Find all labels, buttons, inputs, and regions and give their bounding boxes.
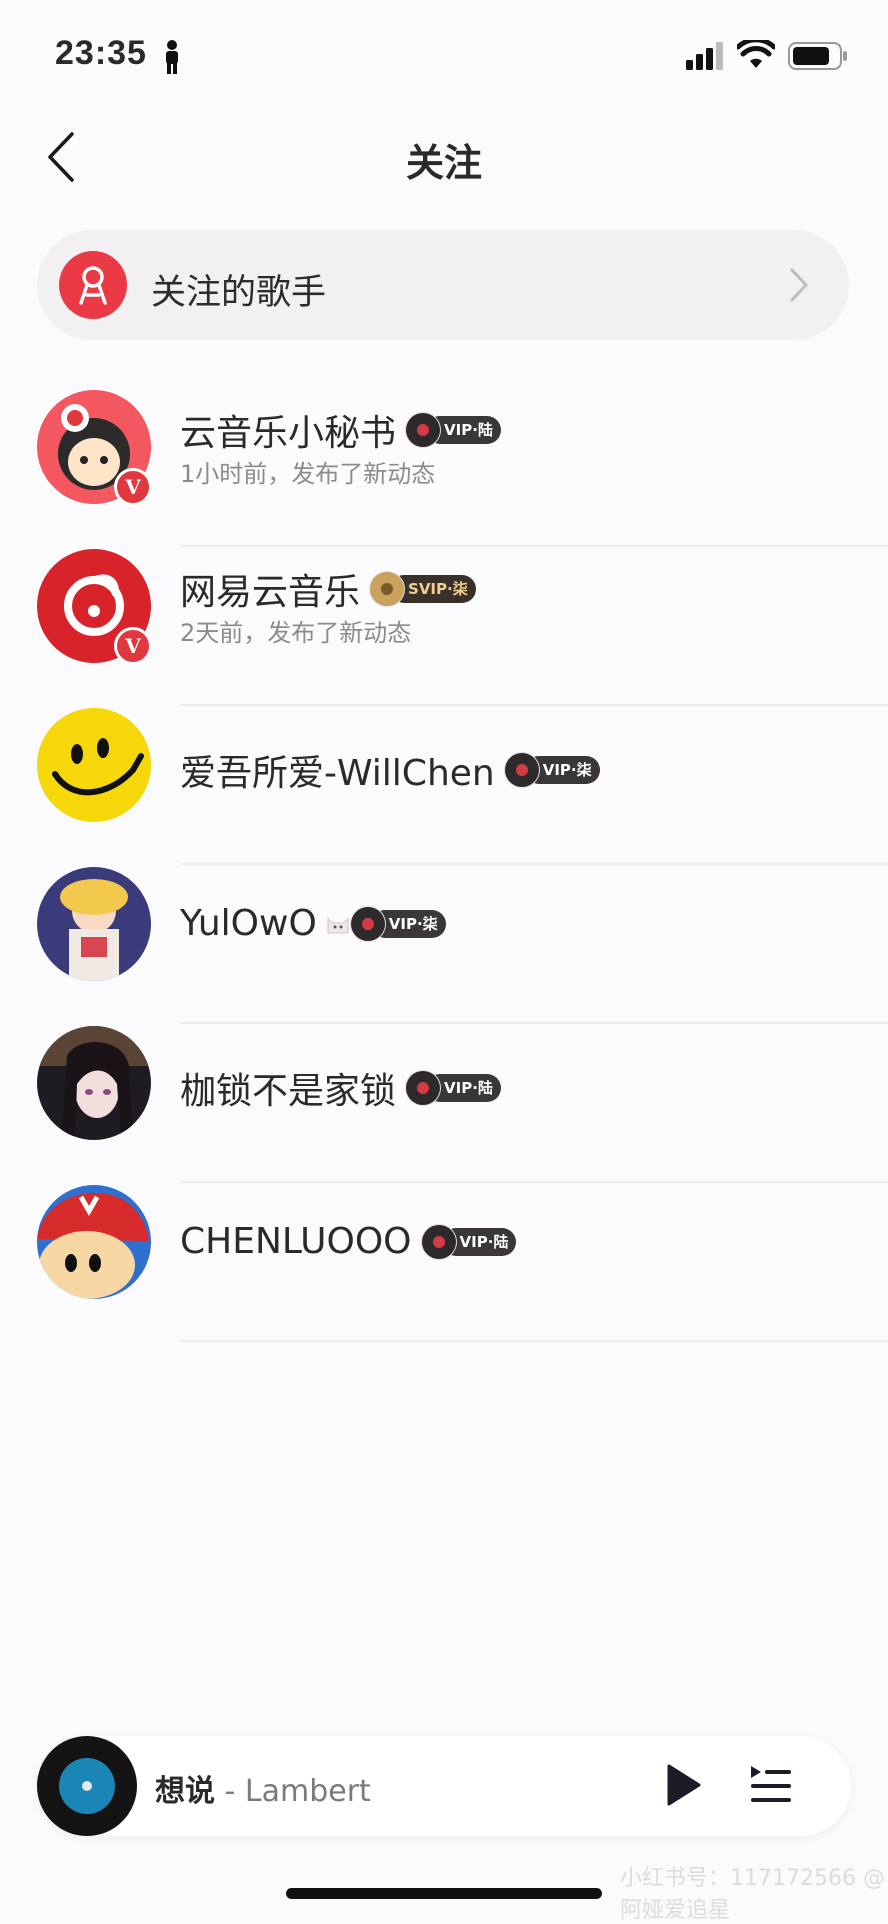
user-activity: 2天前，发布了新动态 — [180, 619, 412, 647]
avatar[interactable] — [37, 1026, 151, 1140]
svip-badge: SVIP·柒 — [370, 572, 476, 606]
cellular-signal-icon — [686, 42, 723, 70]
disc-center — [82, 1781, 92, 1791]
person-icon — [166, 40, 178, 74]
user-name: CHENLUOOO — [180, 1221, 412, 1262]
vinyl-icon — [504, 753, 539, 787]
list-item[interactable]: V 网易云音乐 SVIP·柒 2天前，发布了新动态 — [0, 547, 888, 706]
list-item[interactable]: YulOwO VIP·柒 — [0, 865, 888, 1024]
avatar[interactable] — [37, 867, 151, 981]
verified-badge: V — [114, 627, 152, 665]
battery-icon — [788, 42, 847, 70]
user-name: YulOwO — [180, 903, 317, 944]
song-artist: Lambert — [244, 1774, 371, 1809]
list-item[interactable]: CHENLUOOO VIP·陆 — [0, 1183, 888, 1342]
vinyl-icon — [421, 1224, 456, 1259]
chevron-right-icon — [790, 268, 808, 302]
vinyl-icon — [350, 906, 385, 941]
following-list: V 云音乐小秘书 VIP·陆 1小时前，发布了新动态 V 网易云音乐 SVIP·… — [0, 388, 888, 1342]
vinyl-icon — [370, 572, 405, 606]
playlist-icon[interactable] — [749, 1764, 793, 1806]
user-name: 爱吾所爱-WillChen — [180, 753, 495, 794]
song-title: 想说 — [155, 1774, 215, 1809]
status-time: 23:35 — [55, 34, 147, 72]
list-item[interactable]: V 云音乐小秘书 VIP·陆 1小时前，发布了新动态 — [0, 388, 888, 547]
mini-player[interactable]: 想说 - Lambert — [37, 1736, 851, 1836]
user-activity: 1小时前，发布了新动态 — [180, 460, 436, 488]
page-title: 关注 — [405, 141, 482, 185]
home-indicator[interactable] — [286, 1888, 602, 1899]
now-playing[interactable]: 想说 - Lambert — [155, 1766, 371, 1810]
song-separator: - — [215, 1774, 245, 1809]
avatar[interactable] — [37, 708, 151, 822]
singer-icon — [59, 251, 127, 319]
vip-badge: VIP·陆 — [406, 413, 501, 447]
watermark: 小红书号：117172566 @阿娅爱追星 — [620, 1866, 885, 1923]
list-item[interactable]: 枷锁不是家锁 VIP·陆 — [0, 1024, 888, 1183]
followed-singers-label: 关注的歌手 — [151, 273, 327, 313]
album-disc[interactable] — [37, 1736, 137, 1836]
user-name: 枷锁不是家锁 — [180, 1071, 397, 1112]
vip-badge: VIP·柒 — [504, 753, 600, 787]
cat-icon — [327, 917, 349, 933]
vinyl-icon — [406, 1071, 441, 1105]
vinyl-icon — [406, 413, 441, 447]
vip-badge: VIP·陆 — [406, 1071, 501, 1105]
user-name: 云音乐小秘书 — [180, 413, 397, 454]
status-bar: 23:35 — [0, 0, 888, 110]
list-item[interactable]: 爱吾所爱-WillChen VIP·柒 — [0, 706, 888, 865]
verified-badge: V — [114, 468, 152, 506]
wifi-icon — [737, 40, 775, 68]
avatar[interactable] — [37, 1185, 151, 1299]
followed-singers-entry[interactable]: 关注的歌手 — [37, 230, 849, 340]
divider — [180, 1340, 888, 1342]
play-icon[interactable] — [663, 1762, 703, 1808]
user-name: 网易云音乐 — [180, 572, 361, 613]
vip-badge: VIP·柒 — [350, 906, 446, 941]
vip-badge: VIP·陆 — [421, 1224, 517, 1259]
